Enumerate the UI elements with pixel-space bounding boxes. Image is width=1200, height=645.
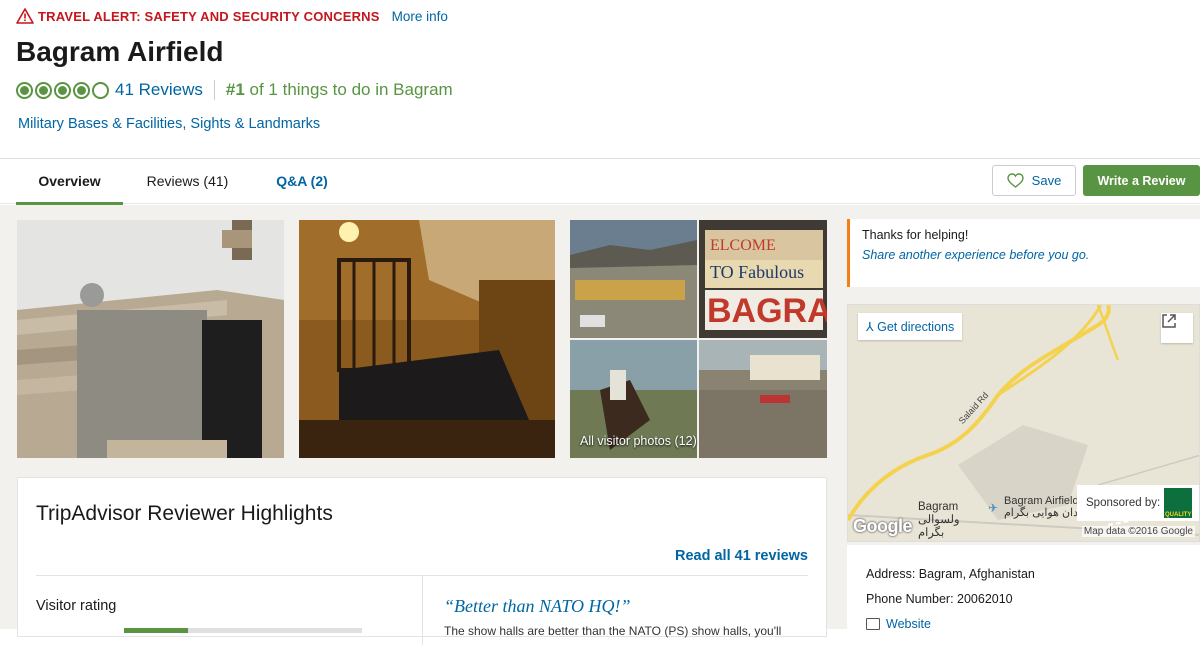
contact-info: Address: Bagram, Afghanistan Phone Numbe… xyxy=(847,545,1200,635)
travel-alert: TRAVEL ALERT: SAFETY AND SECURITY CONCER… xyxy=(16,8,448,24)
directions-label: Get directions xyxy=(877,320,955,334)
google-logo: Google xyxy=(853,516,913,536)
photo-collage[interactable]: ELCOME TO Fabulous BAGRAM All visitor ph… xyxy=(570,220,827,458)
phone-number: Phone Number: 20062010 xyxy=(866,592,1013,606)
tab-qa[interactable]: Q&A (2) xyxy=(266,159,338,205)
bubble-filled-icon xyxy=(35,81,52,99)
svg-text:ELCOME: ELCOME xyxy=(710,237,776,254)
all-photos-count: (12) xyxy=(674,434,697,448)
bubble-empty-icon xyxy=(92,81,109,99)
svg-text:BAGRAM: BAGRAM xyxy=(707,292,827,330)
save-button[interactable]: Save xyxy=(992,165,1076,196)
warning-icon xyxy=(16,8,34,24)
review-quote-link[interactable]: “Better than NATO HQ!” xyxy=(444,596,631,617)
divider xyxy=(422,575,423,645)
page-title: Bagram Airfield xyxy=(16,36,224,67)
bubble-filled-icon xyxy=(54,81,71,99)
all-visitor-photos-link[interactable]: All visitor photos (12) xyxy=(580,434,697,448)
airport-icon: ✈ xyxy=(988,501,999,515)
sponsored-by-label: Sponsored by: xyxy=(1086,497,1161,509)
ranking[interactable]: #1 of 1 things to do in Bagram xyxy=(226,80,453,100)
address: Address: Bagram, Afghanistan xyxy=(866,567,1035,581)
heart-icon xyxy=(1006,173,1024,188)
rating-row: 41 Reviews #1 of 1 things to do in Bagra… xyxy=(16,80,453,100)
bubble-rating xyxy=(16,81,109,99)
reviewer-highlights: TripAdvisor Reviewer Highlights Read all… xyxy=(17,477,827,645)
map-label-bagram: Bagram ولسوالی بگرام xyxy=(918,501,960,540)
sponsor-badge[interactable]: Sponsored by: QUALITY xyxy=(1077,485,1199,521)
photo-bunker[interactable] xyxy=(17,220,284,458)
visitor-rating-label: Visitor rating xyxy=(36,598,117,614)
alert-text: TRAVEL ALERT: SAFETY AND SECURITY CONCER… xyxy=(38,8,380,24)
reviews-count-link[interactable]: 41 Reviews xyxy=(115,80,203,100)
map[interactable]: ⅄ Get directions Salaid Rd Bagram ولسوال… xyxy=(847,304,1200,542)
map-attribution: Map data ©2016 Google xyxy=(1081,526,1195,537)
tab-reviews[interactable]: Reviews (41) xyxy=(137,159,238,205)
bagram-english: Bagram xyxy=(918,501,959,513)
bagram-persian-2: بگرام xyxy=(918,527,945,539)
write-review-button[interactable]: Write a Review xyxy=(1083,165,1200,196)
thanks-box: Thanks for helping! Share another experi… xyxy=(847,219,1200,287)
rank-number: #1 xyxy=(225,80,245,99)
all-photos-label: All visitor photos xyxy=(580,434,672,448)
tab-bar: Overview Reviews (41) Q&A (2) Save Write… xyxy=(0,158,1200,205)
get-directions-button[interactable]: ⅄ Get directions xyxy=(858,313,963,340)
bubble-filled-icon xyxy=(73,81,90,99)
bubble-filled-icon xyxy=(16,81,33,99)
more-info-link[interactable]: More info xyxy=(392,9,448,24)
read-all-reviews-link[interactable]: Read all 41 reviews xyxy=(675,548,808,564)
map-label-airfield: Bagram Airfield میدان هوایی بگرام xyxy=(1004,495,1088,519)
categories-link[interactable]: Military Bases & Facilities, Sights & La… xyxy=(18,116,320,132)
airfield-persian: میدان هوایی بگرام xyxy=(1004,507,1089,519)
thanks-message: Thanks for helping! xyxy=(862,228,969,242)
divider xyxy=(213,80,215,100)
quality-logo: QUALITY xyxy=(1164,488,1193,518)
svg-text:TO Fabulous: TO Fabulous xyxy=(710,262,804,282)
airfield-english: Bagram Airfield xyxy=(1004,495,1079,507)
save-label: Save xyxy=(1031,173,1062,188)
review-snippet: The show halls are better than the NATO … xyxy=(444,624,782,638)
tab-overview[interactable]: Overview xyxy=(16,159,123,205)
photo-room[interactable] xyxy=(299,220,555,458)
external-link-icon xyxy=(1162,314,1176,328)
monitor-icon xyxy=(866,618,880,630)
highlights-title: TripAdvisor Reviewer Highlights xyxy=(36,502,333,525)
rank-text: of 1 things to do in Bagram xyxy=(244,80,453,99)
share-experience-link[interactable]: Share another experience before you go. xyxy=(862,248,1200,262)
bagram-persian-1: ولسوالی xyxy=(918,514,960,526)
directions-icon: ⅄ xyxy=(866,320,874,334)
expand-map-button[interactable] xyxy=(1161,313,1193,343)
